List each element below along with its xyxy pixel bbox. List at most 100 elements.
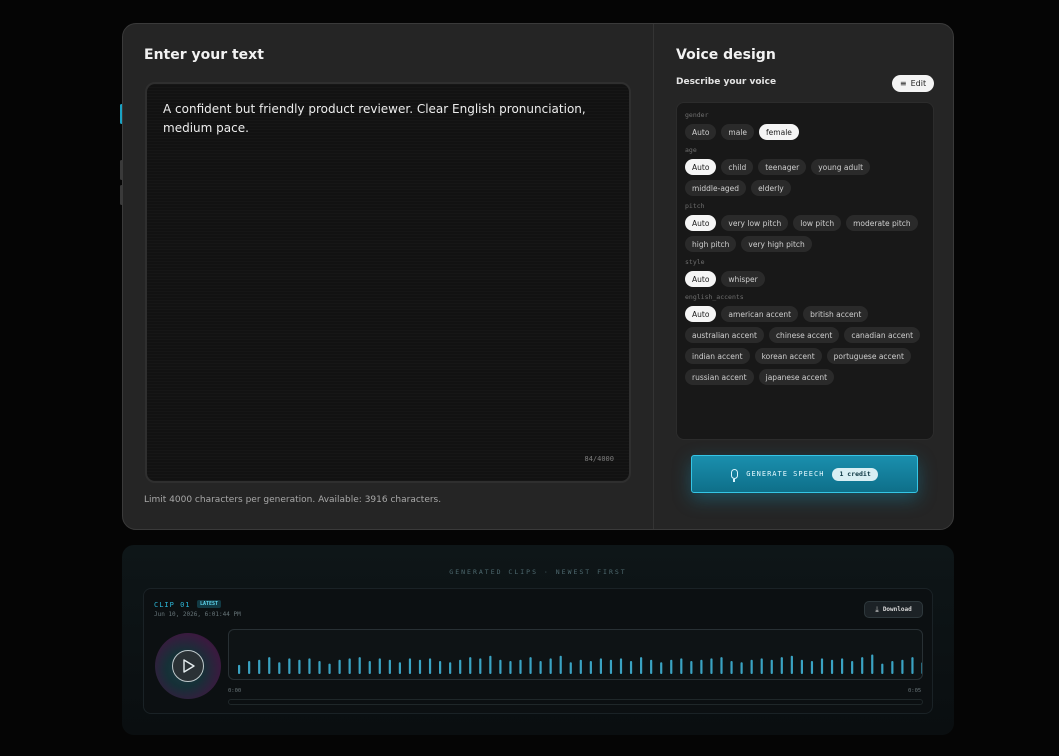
waveform-bar [569,662,572,674]
option-chip-young-adult[interactable]: young adult [811,159,871,175]
play-button[interactable] [172,650,204,682]
option-chip-whisper[interactable]: whisper [721,271,765,287]
text-input[interactable]: A confident but friendly product reviewe… [145,82,631,483]
play-icon [183,659,195,673]
option-chip-auto[interactable]: Auto [685,306,717,322]
option-chip-male[interactable]: male [721,124,755,140]
waveform-bar [348,658,351,674]
waveform-bar [871,654,874,674]
option-chip-child[interactable]: child [721,159,754,175]
option-chip-high-pitch[interactable]: high pitch [685,236,737,252]
option-chip-female[interactable]: female [759,124,799,140]
option-chip-japanese-accent[interactable]: japanese accent [758,369,835,385]
option-chip-teenager[interactable]: teenager [758,159,807,175]
waveform-bar [790,655,793,674]
option-chip-korean-accent[interactable]: korean accent [754,348,822,364]
waveform-bar [529,657,532,674]
text-input-value[interactable]: A confident but friendly product reviewe… [163,100,603,138]
option-group-pitch: Auto very low pitch low pitch moderate pitc… [685,215,925,252]
option-chip-elderly[interactable]: elderly [751,180,791,196]
option-group-label-age: age [685,146,697,154]
option-chip-middle-aged[interactable]: middle-aged [685,180,747,196]
waveform-bar [680,658,683,674]
option-chip-low-pitch[interactable]: low pitch [793,215,842,231]
waveform-bar [861,657,864,674]
option-chip-australian-accent[interactable]: australian accent [685,327,764,343]
generate-speech-button[interactable]: GENERATE SPEECH 1 credit [691,455,918,493]
clips-heading: GENERATED CLIPS · NEWEST FIRST [449,568,627,576]
waveform-bar [629,661,633,674]
waveform-bar [901,659,904,674]
option-chip-portuguese-accent[interactable]: portuguese accent [826,348,911,364]
waveform-bar [439,661,442,674]
option-group-label-style: style [685,258,705,266]
waveform-bar [288,658,291,674]
waveform-bar [308,658,311,674]
waveform-bar [549,658,552,674]
option-chip-russian-accent[interactable]: russian accent [685,369,754,385]
waveform-bar [408,658,412,674]
microphone-icon [731,469,739,482]
waveform-bar [338,659,341,674]
option-chip-indian-accent[interactable]: indian accent [685,348,750,364]
edit-button[interactable]: ≡ Edit [892,75,934,92]
waveform-bar [509,661,512,674]
describe-voice-label: Describe your voice [676,77,777,87]
option-chip-canadian-accent[interactable]: canadian accent [844,327,921,343]
waveform-bar [418,659,422,674]
waveform-bar [298,659,301,674]
option-chip-auto[interactable]: Auto [685,271,717,287]
waveform-bar [519,659,522,674]
waveform-bar [248,661,251,674]
waveform-bar [650,659,653,674]
waveform-bar [499,659,502,674]
waveform-svg [238,654,922,674]
option-chip-very-low-pitch[interactable]: very low pitch [721,215,789,231]
voice-design-pane: Voice design Describe your voice ≡ Edit … [654,24,953,529]
waveform-bar [579,659,582,674]
option-chip-auto[interactable]: Auto [685,215,717,231]
credit-badge: 1 credit [832,467,878,481]
text-input-pane: Enter your text A confident but friendly… [123,24,653,529]
waveform-bar [489,655,492,674]
waveform-bar [479,658,482,674]
waveform-bar [740,662,743,674]
option-chip-chinese-accent[interactable]: chinese accent [768,327,840,343]
edit-button-label: Edit [910,79,927,88]
download-button[interactable]: ⤓ Download [864,601,923,618]
waveform[interactable] [228,629,923,680]
time-start: 0:00 [228,688,242,694]
option-group-gender: Auto male female [685,124,925,140]
waveform-bar [388,659,391,674]
waveform-bar [710,658,713,674]
waveform-bar [640,657,643,674]
waveform-bar [670,659,673,674]
waveform-bar [760,658,763,674]
voice-panel-title: Voice design [676,47,776,63]
waveform-bar [449,662,452,674]
option-group-label-gender: gender [685,111,709,119]
main-card: Enter your text A confident but friendly… [122,23,954,530]
waveform-bar [398,662,401,674]
option-chip-british-accent[interactable]: british accent [803,306,869,322]
waveform-bar [328,663,331,674]
waveform-bar [559,655,562,674]
waveform-bar [539,661,542,674]
waveform-bar [238,664,241,674]
waveform-bar [911,657,914,674]
option-chip-very-high-pitch[interactable]: very high pitch [741,236,812,252]
playback-scrubber[interactable] [228,699,923,705]
waveform-bar [690,661,693,674]
waveform-bar [851,661,854,674]
waveform-bar [268,657,271,674]
option-group-age: Auto child teenager young adult middle-aged e… [685,159,925,196]
option-chip-moderate-pitch[interactable]: moderate pitch [846,215,918,231]
waveform-bar [881,663,884,674]
waveform-bar [609,659,613,674]
waveform-bar [921,662,922,674]
waveform-bar [368,661,371,674]
generate-speech-label: GENERATE SPEECH [746,470,825,478]
option-chip-american-accent[interactable]: american accent [721,306,799,322]
option-chip-auto[interactable]: Auto [685,124,717,140]
option-chip-auto[interactable]: Auto [685,159,717,175]
